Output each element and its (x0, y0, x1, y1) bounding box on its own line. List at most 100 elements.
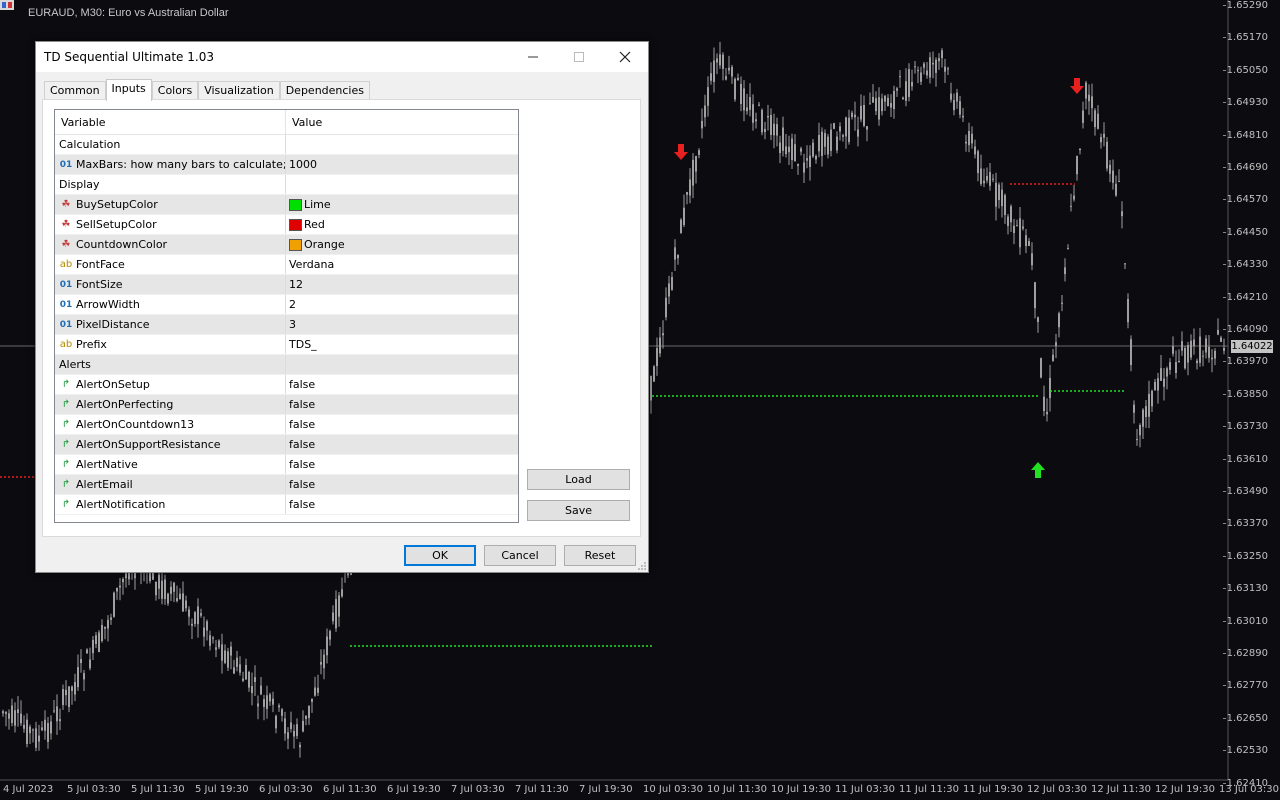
input-row[interactable]: ab FontFace Verdana (55, 255, 518, 275)
candle-body (782, 127, 784, 151)
candle-body (188, 609, 190, 617)
candle-body (761, 109, 763, 133)
time-tick-label: 7 Jul 19:30 (579, 784, 633, 795)
input-row[interactable]: 01 ArrowWidth 2 (55, 295, 518, 315)
inputs-grid[interactable]: Variable Value Calculation 01 MaxBars: how… (54, 109, 519, 523)
value-cell[interactable]: Lime (286, 195, 518, 214)
section-row[interactable]: Alerts (55, 355, 518, 375)
candle-body (332, 612, 334, 622)
input-row[interactable]: ↱ AlertOnCountdown13 false (55, 415, 518, 435)
candle-body (857, 129, 859, 137)
candle-body (1019, 218, 1021, 248)
ok-button[interactable]: OK (404, 545, 476, 566)
candle-body (1037, 317, 1039, 322)
value-text: Lime (304, 198, 331, 211)
candle-body (1070, 205, 1072, 207)
column-header-variable[interactable]: Variable (55, 110, 286, 134)
candle-body (827, 136, 829, 155)
reset-button[interactable]: Reset (564, 545, 636, 566)
value-cell[interactable]: 12 (286, 275, 518, 294)
input-row[interactable]: ab Prefix TDS_ (55, 335, 518, 355)
section-row[interactable]: Display (55, 175, 518, 195)
price-tick-label: 1.63130 (1222, 583, 1268, 595)
value-cell[interactable]: TDS_ (286, 335, 518, 354)
price-tick-label: 1.63970 (1222, 356, 1268, 368)
value-cell[interactable]: false (286, 495, 518, 514)
input-row[interactable]: 01 MaxBars: how many bars to calculate; 0… (55, 155, 518, 175)
candle-body (338, 595, 340, 617)
value-cell[interactable]: false (286, 375, 518, 394)
candle-body (155, 581, 157, 596)
indicator-properties-dialog[interactable]: TD Sequential Ultimate 1.03 Common Inputs… (35, 41, 649, 573)
load-button[interactable]: Load (527, 469, 630, 490)
resize-grip-icon[interactable] (637, 561, 647, 571)
variable-name: SellSetupColor (76, 218, 157, 231)
candle-body (731, 66, 733, 77)
tab-visualization[interactable]: Visualization (198, 81, 280, 100)
variable-name: MaxBars: how many bars to calculate; 0..… (76, 158, 286, 171)
minimize-button[interactable] (510, 42, 556, 72)
input-row[interactable]: ↱ AlertNotification false (55, 495, 518, 515)
candle-body (965, 141, 967, 144)
value-cell[interactable]: false (286, 415, 518, 434)
tab-common[interactable]: Common (44, 81, 106, 100)
cancel-button[interactable]: Cancel (484, 545, 556, 566)
input-row[interactable]: ↱ AlertOnPerfecting false (55, 395, 518, 415)
candle-body (1130, 339, 1132, 366)
value-cell[interactable]: 2 (286, 295, 518, 314)
input-row[interactable]: ↱ AlertEmail false (55, 475, 518, 495)
candle-body (1115, 183, 1117, 196)
value-text: 12 (289, 278, 303, 291)
candle-body (110, 617, 112, 620)
variable-cell: ab FontFace (55, 255, 286, 274)
input-row[interactable]: ☘ BuySetupColor Lime (55, 195, 518, 215)
save-button[interactable]: Save (527, 500, 630, 521)
bool-type-icon: ↱ (61, 379, 71, 390)
value-cell[interactable]: false (286, 435, 518, 454)
input-row[interactable]: 01 FontSize 12 (55, 275, 518, 295)
color-swatch[interactable] (289, 218, 302, 231)
candle-body (929, 57, 931, 78)
input-row[interactable]: ↱ AlertOnSupportResistance false (55, 435, 518, 455)
value-cell[interactable]: Orange (286, 235, 518, 254)
value-cell[interactable]: false (286, 395, 518, 414)
str-type-icon: ab (59, 259, 73, 270)
value-cell[interactable]: Red (286, 215, 518, 234)
candle-body (1199, 336, 1201, 363)
candle-body (911, 81, 913, 87)
input-row[interactable]: ↱ AlertNative false (55, 455, 518, 475)
value-cell[interactable]: false (286, 455, 518, 474)
tab-colors[interactable]: Colors (151, 81, 199, 100)
candle-body (1076, 156, 1078, 175)
candle-body (719, 54, 721, 66)
time-tick-label: 11 Jul 19:30 (963, 784, 1023, 795)
candle-body (803, 162, 805, 173)
candle-body (284, 718, 286, 734)
input-row[interactable]: 01 PixelDistance 3 (55, 315, 518, 335)
candle-body (776, 124, 778, 136)
input-row[interactable]: ☘ SellSetupColor Red (55, 215, 518, 235)
price-tick-label: 1.64450 (1222, 226, 1268, 238)
value-cell[interactable]: 3 (286, 315, 518, 334)
input-row[interactable]: ↱ AlertOnSetup false (55, 375, 518, 395)
value-cell[interactable]: Verdana (286, 255, 518, 274)
candle-body (29, 726, 31, 734)
candle-body (845, 117, 847, 137)
color-swatch[interactable] (289, 198, 302, 211)
tab-dependencies[interactable]: Dependencies (279, 81, 370, 100)
input-row[interactable]: ☘ CountdownColor Orange (55, 235, 518, 255)
candle-body (794, 144, 796, 162)
candle-body (956, 92, 958, 102)
color-swatch[interactable] (289, 238, 302, 251)
column-header-value[interactable]: Value (286, 110, 518, 134)
dialog-titlebar[interactable]: TD Sequential Ultimate 1.03 (36, 42, 648, 72)
close-button[interactable] (602, 42, 648, 72)
value-cell[interactable]: 1000 (286, 155, 518, 174)
candle-body (302, 720, 304, 732)
section-row[interactable]: Calculation (55, 135, 518, 155)
value-cell[interactable]: false (286, 475, 518, 494)
tab-inputs[interactable]: Inputs (105, 79, 152, 101)
candle-body (1133, 404, 1135, 413)
candle-body (875, 98, 877, 112)
candle-body (341, 589, 343, 597)
